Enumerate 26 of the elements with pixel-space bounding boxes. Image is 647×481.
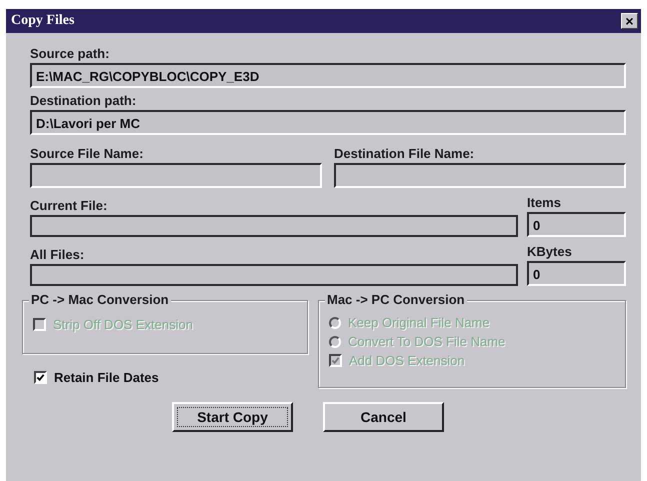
cancel-button[interactable]: Cancel [323,402,444,432]
close-button[interactable]: × [621,13,638,29]
group-title: PC -> Mac Conversion [29,292,171,307]
group-title: Mac -> PC Conversion [325,292,467,307]
checkbox[interactable] [34,370,47,384]
window-title: Copy Files [11,13,74,29]
option-label: Add DOS Extension [349,353,465,368]
field-label: KBytes [527,243,573,260]
kbytes-field: 0 [527,261,626,286]
option-label: Retain File Dates [54,370,159,384]
option-label: Strip Off DOS Extension [53,316,193,332]
field-label: Source path: [30,45,110,62]
destination-file-name-field[interactable] [334,163,626,188]
field-label: All Files: [30,246,86,263]
source-path-field[interactable]: E:\MAC_RG\COPYBLOC\COPY_E3D [30,63,626,88]
field-label: Destination File Name: [334,145,476,162]
option-label: Convert To DOS File Name [348,334,506,349]
field-label: Items [527,194,562,211]
field-label: Current File: [30,197,108,214]
start-copy-button[interactable]: Start Copy [172,402,293,432]
source-file-name-field[interactable] [30,163,322,188]
items-count-field: 0 [527,212,626,237]
destination-path-field[interactable]: D:\Lavori per MC [30,110,626,135]
field-label: Source File Name: [30,145,144,162]
field-label: Destination path: [30,92,138,109]
option-label: Keep Original File Name [348,315,490,330]
